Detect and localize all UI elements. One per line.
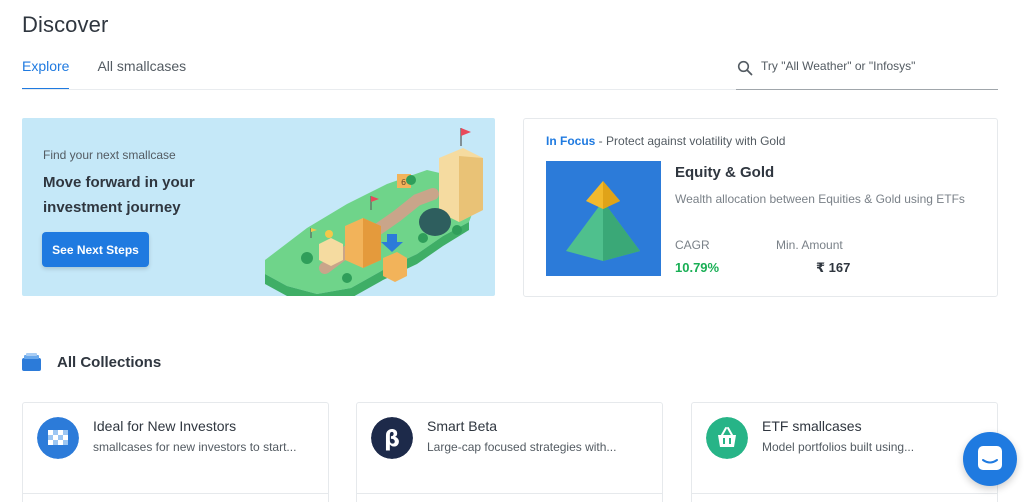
banner-eyebrow: Find your next smallcase (43, 148, 176, 162)
smallcase-description: Wealth allocation between Equities & Gol… (675, 192, 965, 206)
collection-title: Ideal for New Investors (93, 418, 237, 434)
banner-heading: Move forward in your investment journey (43, 174, 195, 216)
illustration-number: 6 (401, 178, 406, 187)
in-focus-card[interactable]: In Focus - Protect against volatility wi… (523, 118, 998, 297)
in-focus-line: In Focus - Protect against volatility wi… (546, 134, 785, 148)
search-input[interactable] (761, 59, 991, 73)
collection-subtitle: smallcases for new investors to start... (93, 440, 297, 454)
equity-gold-image (546, 161, 661, 276)
pyramid-icon (566, 181, 640, 261)
search-icon (737, 60, 753, 76)
collection-subtitle: Large-cap focused strategies with... (427, 440, 617, 454)
cagr-label: CAGR (675, 238, 710, 252)
in-focus-tagline: Protect against volatility with Gold (606, 134, 786, 148)
checkered-flag-icon (37, 417, 79, 459)
tab-explore[interactable]: Explore (22, 58, 70, 90)
chat-icon (978, 446, 1002, 470)
basket-icon (706, 417, 748, 459)
smallcase-name[interactable]: Equity & Gold (675, 164, 774, 181)
collection-title: ETF smallcases (762, 418, 862, 434)
beta-icon: β (371, 417, 413, 459)
collection-card-new-investors[interactable]: Ideal for New Investors smallcases for n… (22, 402, 329, 502)
page-title: Discover (22, 12, 109, 37)
search-bar[interactable] (736, 56, 998, 90)
journey-illustration: 6 (265, 128, 483, 296)
collection-title: Smart Beta (427, 418, 498, 434)
folder-icon (22, 353, 41, 371)
card-divider (357, 493, 662, 494)
collection-card-etf[interactable]: ETF smallcases Model portfolios built us… (691, 402, 998, 502)
collection-card-smart-beta[interactable]: β Smart Beta Large-cap focused strategie… (356, 402, 663, 502)
chat-launcher-button[interactable] (963, 432, 1017, 486)
collections-header: All Collections (22, 353, 161, 371)
cagr-value: 10.79% (675, 260, 720, 275)
collection-subtitle: Model portfolios built using... (762, 440, 915, 454)
min-amount-value: ₹ 167 (816, 260, 851, 275)
tab-all-smallcases[interactable]: All smallcases (97, 58, 186, 90)
tab-bar: Explore All smallcases (22, 58, 214, 90)
card-divider (23, 493, 328, 494)
see-next-steps-button[interactable]: See Next Steps (42, 232, 149, 267)
collections-title: All Collections (57, 353, 162, 371)
in-focus-separator: - (595, 134, 607, 148)
in-focus-tag: In Focus (546, 134, 596, 148)
min-amount-label: Min. Amount (776, 238, 843, 252)
next-steps-banner: Find your next smallcase Move forward in… (22, 118, 495, 296)
svg-text:β: β (384, 427, 400, 452)
card-divider (692, 493, 997, 494)
